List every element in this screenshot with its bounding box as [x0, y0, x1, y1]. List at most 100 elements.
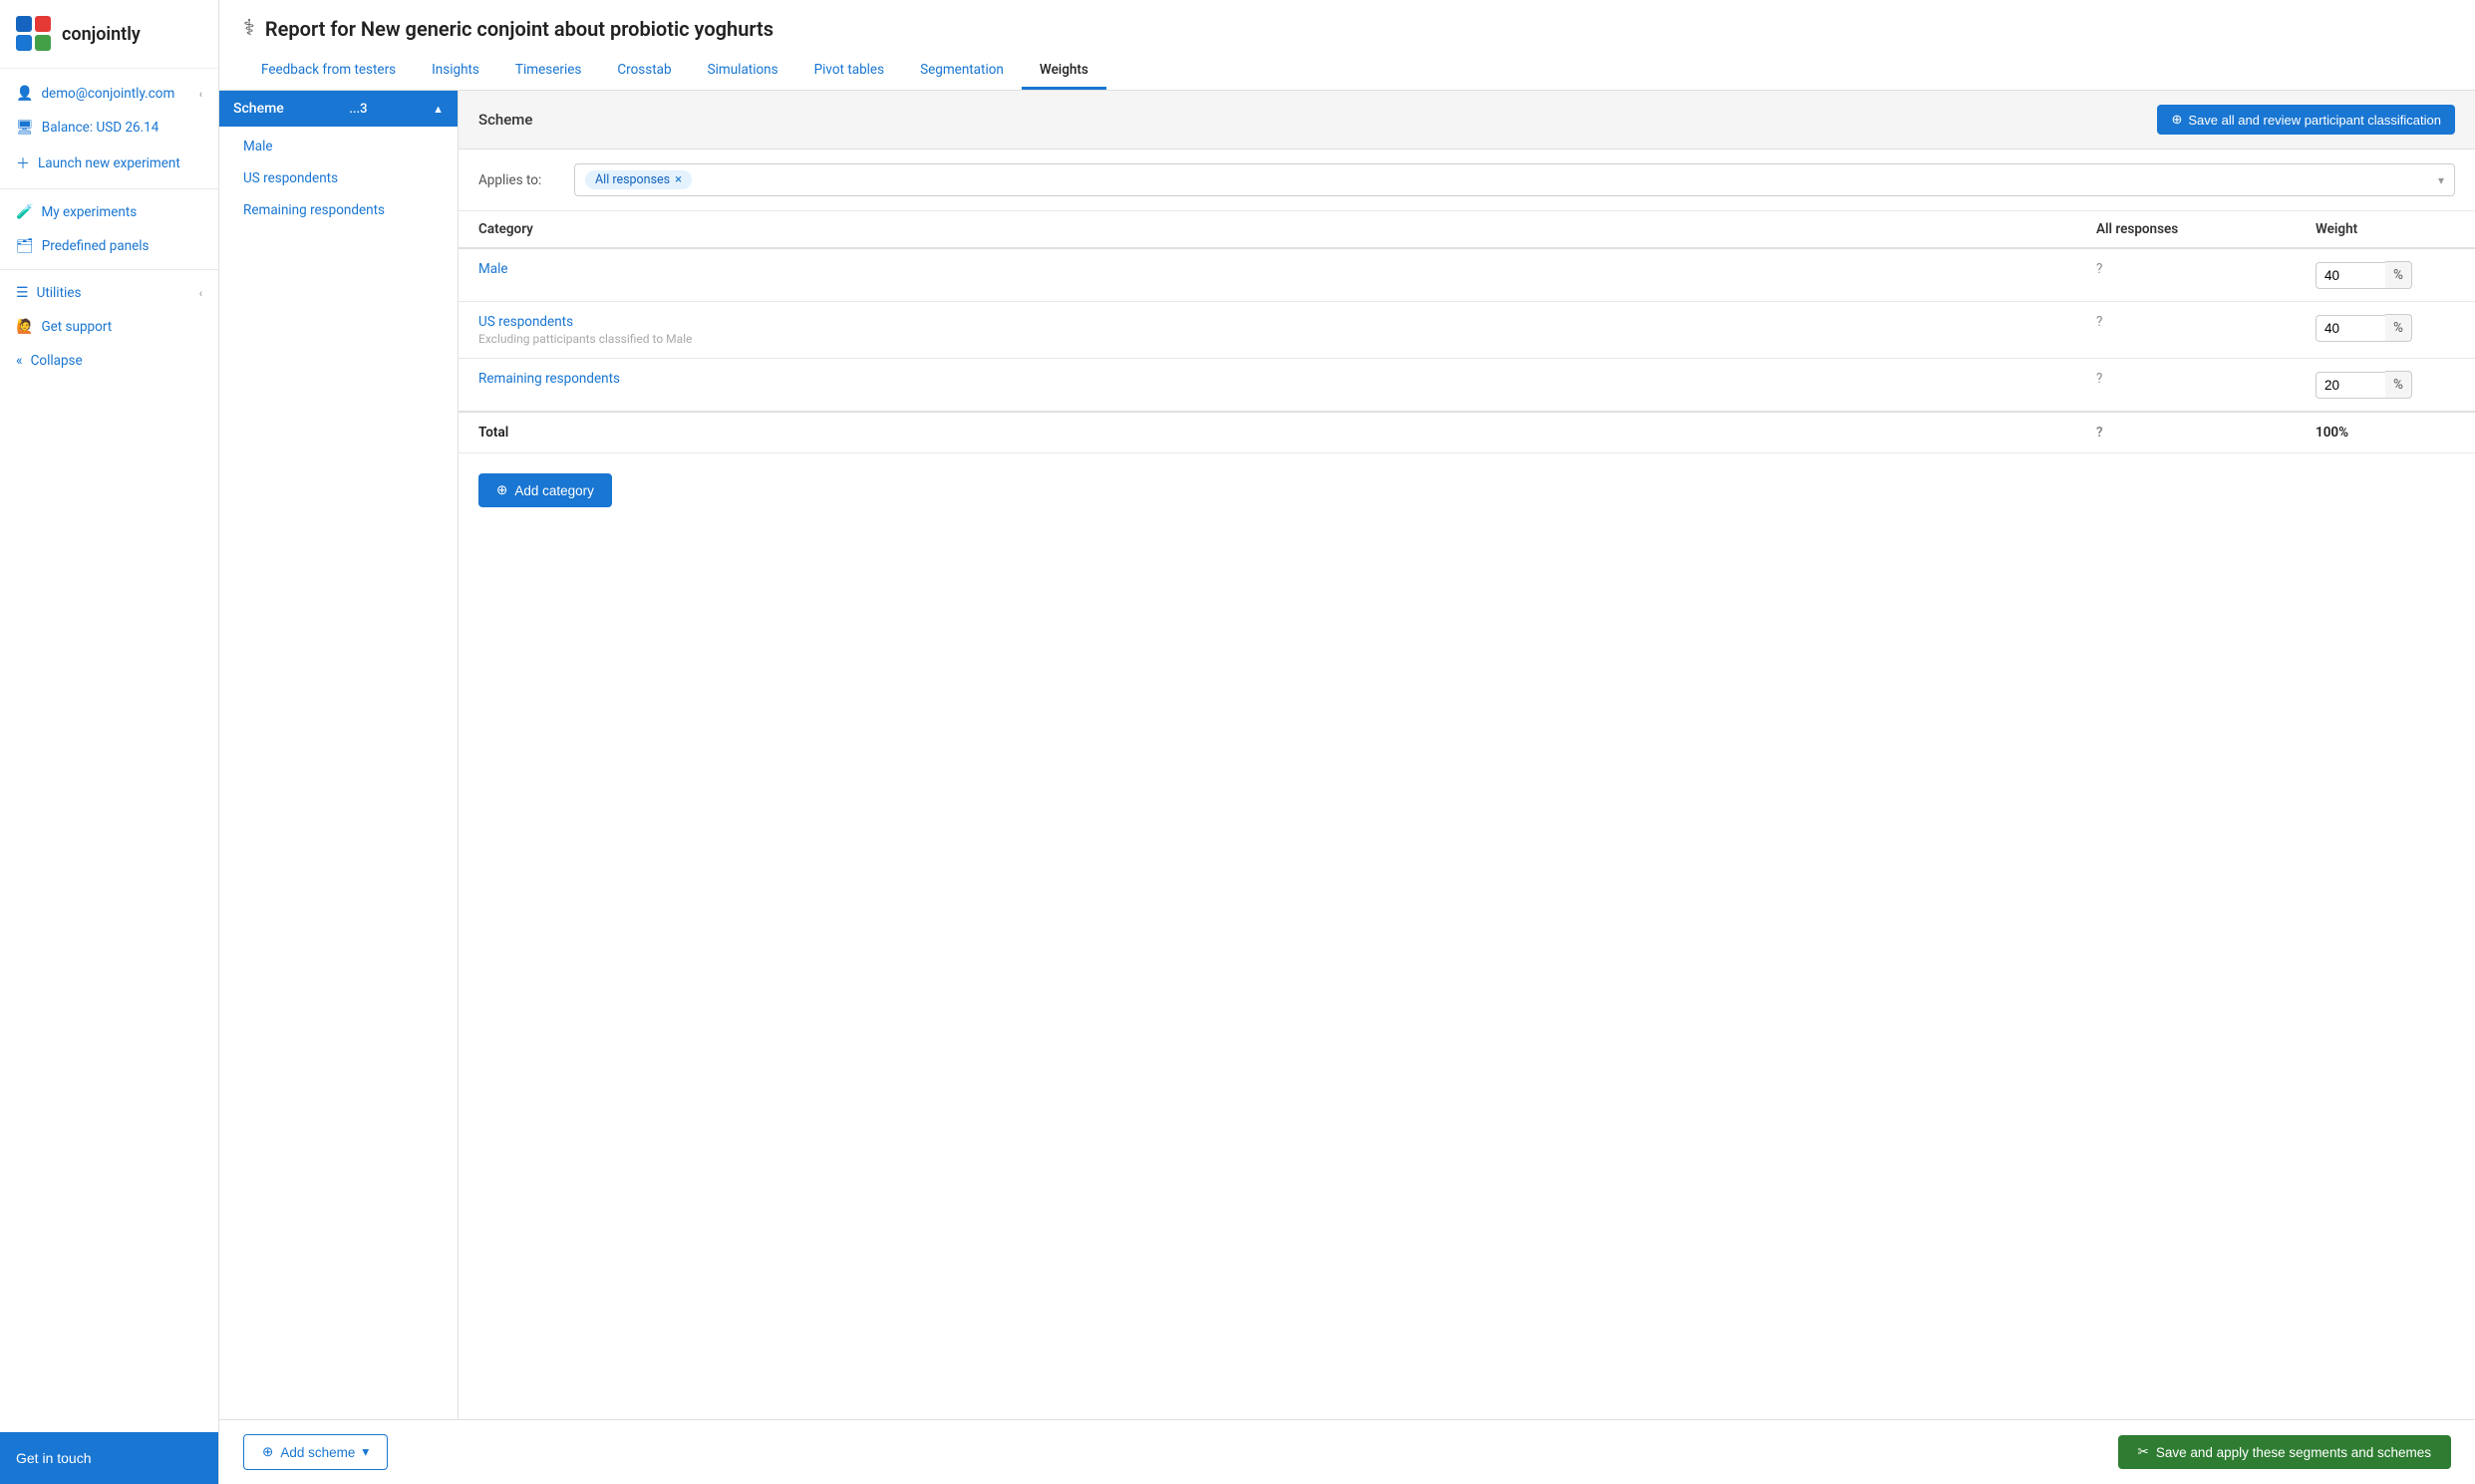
- scheme-sub-item-us-respondents[interactable]: US respondents: [219, 162, 458, 194]
- male-pct-label: %: [2385, 261, 2412, 289]
- male-weight-input-wrap: %: [2316, 261, 2455, 289]
- save-apply-label: Save and apply these segments and scheme…: [2156, 1445, 2431, 1460]
- row-us-weight: %: [2296, 302, 2475, 359]
- remaining-pct-label: %: [2385, 371, 2412, 399]
- collapse-icon: «: [16, 353, 23, 369]
- sidebar-item-utilities[interactable]: ☰ Utilities ‹: [0, 276, 218, 310]
- sidebar-footer: Get in touch: [0, 1432, 218, 1484]
- sidebar-support-label: Get support: [41, 319, 112, 335]
- scheme-sub-items: Male US respondents Remaining respondent…: [219, 127, 458, 230]
- save-review-label: Save all and review participant classifi…: [2188, 113, 2441, 128]
- utilities-chevron-icon: ‹: [199, 287, 202, 300]
- sidebar-item-get-support[interactable]: 🙋 Get support: [0, 310, 218, 344]
- experiments-icon: 🧪: [16, 204, 33, 220]
- add-scheme-chevron-icon: ▾: [362, 1444, 369, 1460]
- tab-simulations[interactable]: Simulations: [690, 53, 796, 90]
- save-review-icon: ⊕: [2171, 112, 2182, 128]
- row-us-responses: ?: [2076, 302, 2296, 359]
- header: ⚕ Report for New generic conjoint about …: [219, 0, 2475, 91]
- support-icon: 🙋: [16, 319, 33, 335]
- utilities-icon: ☰: [16, 285, 29, 301]
- scheme-sub-item-remaining-respondents[interactable]: Remaining respondents: [219, 194, 458, 226]
- tab-timeseries[interactable]: Timeseries: [497, 53, 599, 90]
- male-responses-value: ?: [2096, 261, 2102, 277]
- tab-feedback-from-testers[interactable]: Feedback from testers: [243, 53, 414, 90]
- row-remaining-category: Remaining respondents: [459, 359, 2076, 413]
- scheme-content-header: Scheme ⊕ Save all and review participant…: [459, 91, 2475, 149]
- applies-to-label: Applies to:: [478, 172, 558, 188]
- scheme-content: Scheme ⊕ Save all and review participant…: [459, 91, 2475, 1419]
- scheme-label: Scheme: [233, 101, 284, 117]
- tab-pivot-tables[interactable]: Pivot tables: [796, 53, 902, 90]
- col-category: Category: [459, 211, 2076, 248]
- scheme-header[interactable]: Scheme ...3 ▲: [219, 91, 458, 127]
- sidebar-item-launch[interactable]: ＋ Launch new experiment: [0, 145, 218, 182]
- remaining-weight-input[interactable]: [2316, 372, 2385, 399]
- total-row: Total ? 100%: [459, 412, 2475, 453]
- scheme-content-title: Scheme: [478, 111, 532, 129]
- us-responses-value: ?: [2096, 314, 2102, 330]
- get-in-touch-button[interactable]: Get in touch: [0, 1432, 218, 1484]
- us-weight-input-wrap: %: [2316, 314, 2455, 342]
- sidebar-launch-label: Launch new experiment: [38, 155, 180, 171]
- save-apply-button[interactable]: ✂ Save and apply these segments and sche…: [2118, 1435, 2451, 1469]
- row-male-category: Male: [459, 248, 2076, 302]
- tab-weights[interactable]: Weights: [1022, 53, 1106, 90]
- scheme-chevron-up-icon: ▲: [433, 103, 444, 116]
- sidebar-item-predefined-panels[interactable]: 🗂 Predefined panels: [0, 229, 218, 263]
- tab-bar: Feedback from testers Insights Timeserie…: [243, 53, 2451, 90]
- add-category-button[interactable]: ⊕ Add category: [478, 473, 612, 507]
- male-category-name: Male: [478, 261, 2056, 277]
- sidebar-divider-1: [0, 188, 218, 189]
- row-male-weight: %: [2296, 248, 2475, 302]
- logo-sq-green: [35, 35, 51, 51]
- row-remaining-responses: ?: [2076, 359, 2296, 413]
- sidebar: conjointly 👤 demo@conjointly.com ‹ 🖥 Bal…: [0, 0, 219, 1484]
- us-weight-input[interactable]: [2316, 315, 2385, 342]
- row-us-category: US respondents Excluding patticipants cl…: [459, 302, 2076, 359]
- table-row: US respondents Excluding patticipants cl…: [459, 302, 2475, 359]
- us-category-sub: Excluding patticipants classified to Mal…: [478, 332, 2056, 346]
- logo-text: conjointly: [62, 24, 141, 45]
- add-scheme-icon: ⊕: [262, 1444, 273, 1460]
- sidebar-collapse-label: Collapse: [31, 353, 83, 369]
- applies-to-select[interactable]: All responses × ▾: [574, 163, 2455, 196]
- remaining-category-name: Remaining respondents: [478, 371, 2056, 387]
- page-title-row: ⚕ Report for New generic conjoint about …: [243, 16, 2451, 41]
- balance-icon: 🖥: [16, 120, 34, 136]
- sidebar-balance-label: Balance: USD 26.14: [42, 120, 159, 136]
- total-weight-value: 100%: [2316, 425, 2348, 441]
- bottom-bar: ⊕ Add scheme ▾ ✂ Save and apply these se…: [219, 1419, 2475, 1484]
- tab-crosstab[interactable]: Crosstab: [599, 53, 689, 90]
- scheme-count: ...3: [349, 102, 367, 117]
- all-responses-tag: All responses ×: [585, 170, 692, 189]
- scheme-sub-item-male[interactable]: Male: [219, 131, 458, 162]
- add-scheme-button[interactable]: ⊕ Add scheme ▾: [243, 1434, 388, 1470]
- logo-sq-blue-top: [16, 16, 32, 32]
- sidebar-divider-2: [0, 269, 218, 270]
- tag-remove-icon[interactable]: ×: [675, 172, 682, 187]
- user-chevron-icon: ‹: [199, 88, 202, 101]
- save-review-button[interactable]: ⊕ Save all and review participant classi…: [2157, 105, 2455, 135]
- sidebar-item-balance[interactable]: 🖥 Balance: USD 26.14: [0, 111, 218, 145]
- main-content: ⚕ Report for New generic conjoint about …: [219, 0, 2475, 1484]
- sidebar-item-collapse[interactable]: « Collapse: [0, 344, 218, 378]
- sidebar-utilities-label: Utilities: [37, 285, 82, 301]
- sidebar-user-label: demo@conjointly.com: [41, 86, 174, 102]
- content-area: Scheme ...3 ▲ Male US respondents Remain…: [219, 91, 2475, 1419]
- remaining-weight-input-wrap: %: [2316, 371, 2455, 399]
- panels-icon: 🗂: [16, 238, 34, 254]
- sidebar-myexp-label: My experiments: [41, 204, 137, 220]
- tab-insights[interactable]: Insights: [414, 53, 497, 90]
- logo-mark: [16, 16, 52, 52]
- left-panel: Scheme ...3 ▲ Male US respondents Remain…: [219, 91, 459, 1419]
- plus-icon: ＋: [16, 153, 30, 173]
- user-icon: 👤: [16, 86, 33, 102]
- sidebar-item-user[interactable]: 👤 demo@conjointly.com ‹: [0, 77, 218, 111]
- sidebar-nav: 👤 demo@conjointly.com ‹ 🖥 Balance: USD 2…: [0, 69, 218, 1432]
- male-weight-input[interactable]: [2316, 262, 2385, 289]
- sidebar-item-my-experiments[interactable]: 🧪 My experiments: [0, 195, 218, 229]
- table-header-row: Category All responses Weight: [459, 211, 2475, 248]
- tab-segmentation[interactable]: Segmentation: [902, 53, 1022, 90]
- logo-sq-blue-bot: [16, 35, 32, 51]
